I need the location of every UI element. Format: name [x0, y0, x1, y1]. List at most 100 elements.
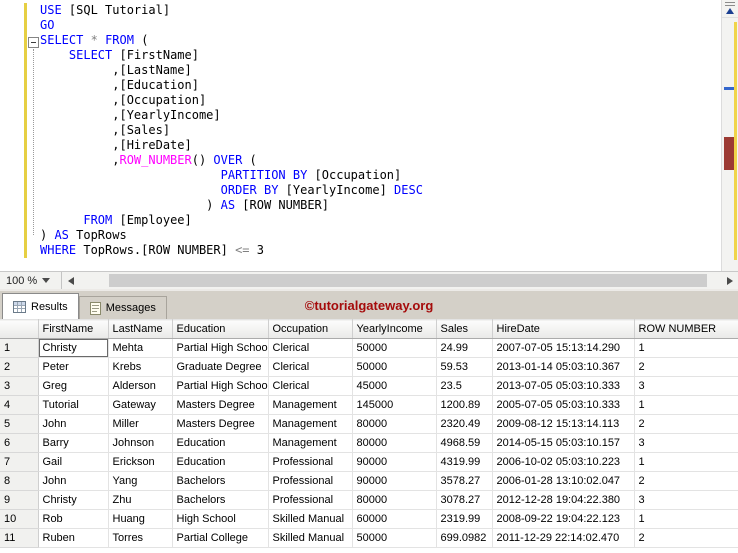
- grid-cell[interactable]: Mehta: [108, 338, 173, 358]
- grid-cell[interactable]: Management: [268, 414, 353, 434]
- grid-cell[interactable]: 4968.59: [436, 433, 493, 453]
- row-header[interactable]: 1: [0, 338, 39, 358]
- grid-cell[interactable]: 50000: [352, 338, 437, 358]
- zoom-control[interactable]: 100 %: [0, 272, 62, 289]
- grid-cell[interactable]: 2: [634, 528, 738, 548]
- row-header[interactable]: 2: [0, 357, 39, 377]
- grid-cell[interactable]: 90000: [352, 452, 437, 472]
- grid-cell[interactable]: 2008-09-22 19:04:22.123: [492, 509, 635, 529]
- scrollbar-up-button[interactable]: [722, 0, 738, 18]
- code-line[interactable]: ORDER BY [YearlyIncome] DESC: [40, 183, 718, 198]
- grid-cell[interactable]: 1: [634, 509, 738, 529]
- code-line[interactable]: SELECT [FirstName]: [40, 48, 718, 63]
- collapse-region-icon[interactable]: [28, 37, 39, 48]
- grid-cell[interactable]: 45000: [352, 376, 437, 396]
- grid-cell[interactable]: 80000: [352, 433, 437, 453]
- grid-cell[interactable]: Masters Degree: [172, 395, 269, 415]
- grid-cell[interactable]: Alderson: [108, 376, 173, 396]
- row-header[interactable]: 9: [0, 490, 39, 510]
- grid-cell[interactable]: 23.5: [436, 376, 493, 396]
- grid-cell[interactable]: 60000: [352, 509, 437, 529]
- code-line[interactable]: USE [SQL Tutorial]: [40, 3, 718, 18]
- grid-cell[interactable]: Tutorial: [38, 395, 109, 415]
- column-header[interactable]: YearlyIncome: [352, 319, 437, 339]
- code-line[interactable]: ,[Occupation]: [40, 93, 718, 108]
- grid-cell[interactable]: 2006-01-28 13:10:02.047: [492, 471, 635, 491]
- grid-cell[interactable]: Rob: [38, 509, 109, 529]
- grid-cell[interactable]: Partial High School: [172, 376, 269, 396]
- sql-editor[interactable]: USE [SQL Tutorial] GO SELECT * FROM ( SELE…: [0, 0, 738, 271]
- grid-cell[interactable]: Clerical: [268, 338, 353, 358]
- code-line[interactable]: GO: [40, 18, 718, 33]
- grid-cell[interactable]: Yang: [108, 471, 173, 491]
- grid-cell[interactable]: 145000: [352, 395, 437, 415]
- grid-cell[interactable]: 3: [634, 376, 738, 396]
- grid-cell[interactable]: 2013-07-05 05:03:10.333: [492, 376, 635, 396]
- scroll-left-button[interactable]: [62, 272, 79, 289]
- grid-cell[interactable]: Professional: [268, 471, 353, 491]
- grid-cell[interactable]: 2319.99: [436, 509, 493, 529]
- scrollbar-thumb[interactable]: [724, 137, 734, 170]
- grid-cell[interactable]: 2: [634, 414, 738, 434]
- grid-cell[interactable]: 2: [634, 471, 738, 491]
- grid-cell[interactable]: 90000: [352, 471, 437, 491]
- grid-cell[interactable]: 1: [634, 338, 738, 358]
- grid-cell[interactable]: Barry: [38, 433, 109, 453]
- grid-cell[interactable]: 2006-10-02 05:03:10.223: [492, 452, 635, 472]
- vertical-scrollbar[interactable]: [721, 0, 738, 271]
- column-header[interactable]: Occupation: [268, 319, 353, 339]
- row-header[interactable]: 3: [0, 376, 39, 396]
- row-header[interactable]: 6: [0, 433, 39, 453]
- code-line[interactable]: SELECT * FROM (: [40, 33, 718, 48]
- code-line[interactable]: WHERE TopRows.[ROW NUMBER] <= 3: [40, 243, 718, 258]
- code-line[interactable]: ) AS [ROW NUMBER]: [40, 198, 718, 213]
- row-header[interactable]: 11: [0, 528, 39, 548]
- scroll-right-button[interactable]: [721, 272, 738, 289]
- grid-cell[interactable]: Ruben: [38, 528, 109, 548]
- grid-cell[interactable]: Greg: [38, 376, 109, 396]
- grid-cell[interactable]: 3078.27: [436, 490, 493, 510]
- code-line[interactable]: ,[LastName]: [40, 63, 718, 78]
- grid-cell[interactable]: Education: [172, 433, 269, 453]
- grid-cell[interactable]: Partial College: [172, 528, 269, 548]
- column-header[interactable]: HireDate: [492, 319, 635, 339]
- grid-cell[interactable]: Management: [268, 433, 353, 453]
- code-line[interactable]: ,ROW_NUMBER() OVER (: [40, 153, 718, 168]
- select-all-corner[interactable]: [0, 319, 39, 339]
- grid-cell[interactable]: 3: [634, 490, 738, 510]
- grid-cell[interactable]: Miller: [108, 414, 173, 434]
- column-header[interactable]: LastName: [108, 319, 173, 339]
- grid-cell[interactable]: 2012-12-28 19:04:22.380: [492, 490, 635, 510]
- grid-cell[interactable]: Skilled Manual: [268, 509, 353, 529]
- code-line[interactable]: PARTITION BY [Occupation]: [40, 168, 718, 183]
- grid-cell[interactable]: 2014-05-15 05:03:10.157: [492, 433, 635, 453]
- grid-cell[interactable]: Partial High School: [172, 338, 269, 358]
- grid-cell[interactable]: Graduate Degree: [172, 357, 269, 377]
- row-header[interactable]: 7: [0, 452, 39, 472]
- grid-cell[interactable]: Christy: [38, 490, 109, 510]
- grid-cell[interactable]: 2009-08-12 15:13:14.113: [492, 414, 635, 434]
- row-header[interactable]: 5: [0, 414, 39, 434]
- column-header[interactable]: FirstName: [38, 319, 109, 339]
- grid-cell[interactable]: Bachelors: [172, 471, 269, 491]
- grid-cell[interactable]: 50000: [352, 528, 437, 548]
- grid-cell[interactable]: Bachelors: [172, 490, 269, 510]
- grid-cell[interactable]: 2005-07-05 05:03:10.333: [492, 395, 635, 415]
- grid-cell[interactable]: 80000: [352, 490, 437, 510]
- code-line[interactable]: FROM [Employee]: [40, 213, 718, 228]
- grid-cell[interactable]: 699.0982: [436, 528, 493, 548]
- grid-cell[interactable]: Professional: [268, 452, 353, 472]
- grid-cell[interactable]: Skilled Manual: [268, 528, 353, 548]
- grid-cell[interactable]: 1200.89: [436, 395, 493, 415]
- grid-cell[interactable]: 80000: [352, 414, 437, 434]
- grid-cell[interactable]: Education: [172, 452, 269, 472]
- grid-cell[interactable]: 59.53: [436, 357, 493, 377]
- grid-cell[interactable]: High School: [172, 509, 269, 529]
- code-line[interactable]: ,[HireDate]: [40, 138, 718, 153]
- grid-cell[interactable]: 2011-12-29 22:14:02.470: [492, 528, 635, 548]
- grid-cell[interactable]: 2007-07-05 15:13:14.290: [492, 338, 635, 358]
- sql-code[interactable]: USE [SQL Tutorial] GO SELECT * FROM ( SELE…: [40, 3, 718, 258]
- code-line[interactable]: ,[Sales]: [40, 123, 718, 138]
- grid-cell[interactable]: Erickson: [108, 452, 173, 472]
- grid-cell[interactable]: Gateway: [108, 395, 173, 415]
